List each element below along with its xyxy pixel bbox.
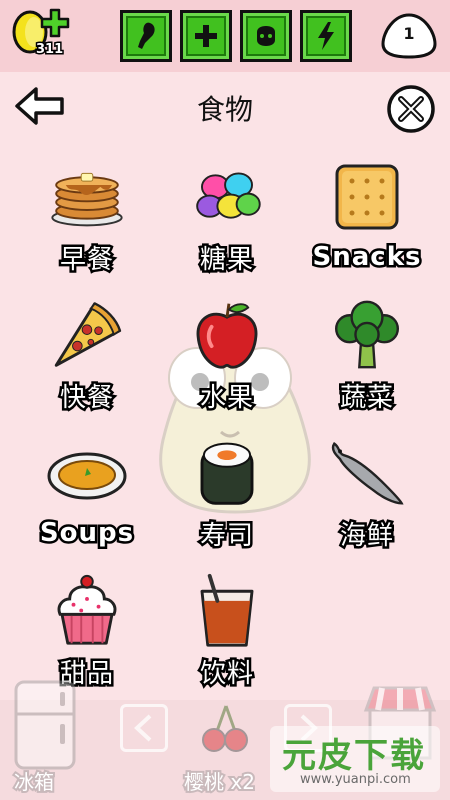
fridge-label: 冰箱: [12, 768, 56, 796]
cherry-icon: [202, 705, 248, 752]
broccoli-icon: [334, 300, 400, 369]
fridge-icon[interactable]: [10, 678, 80, 773]
selected-item-label: 樱桃 x2: [182, 768, 257, 796]
watermark-title: 元皮下载: [282, 736, 426, 776]
category-dessert[interactable]: 甜品: [17, 572, 157, 692]
health-stat[interactable]: [180, 10, 232, 62]
category-label: Soups: [37, 516, 135, 551]
sushi-icon: [200, 442, 254, 505]
category-vegetables[interactable]: 蔬菜: [297, 296, 437, 416]
food-category-grid: 早餐 糖果 Snacks 快餐 水果 蔬菜 Soups 寿司 海鲜 甜品 饮料: [17, 158, 433, 692]
category-label: 寿司: [197, 519, 255, 554]
category-label: 海鲜: [337, 519, 395, 554]
lightning-icon: [318, 22, 334, 50]
cracker-icon: [335, 164, 399, 230]
previous-item-button[interactable]: [120, 704, 168, 752]
level-number: 1: [403, 24, 415, 43]
plus-icon: [195, 25, 217, 47]
category-label: Snacks: [310, 240, 423, 275]
food-stat[interactable]: [120, 10, 172, 62]
category-fast-food[interactable]: 快餐: [17, 296, 157, 416]
add-coins-button[interactable]: [40, 8, 70, 38]
candy-icon: [196, 172, 261, 219]
pizza-icon: [54, 302, 122, 367]
hygiene-stat[interactable]: [240, 10, 292, 62]
category-sushi[interactable]: 寿司: [157, 434, 297, 554]
drumstick-icon: [138, 22, 155, 49]
category-drinks[interactable]: 饮料: [157, 572, 297, 692]
chevron-left-icon: [134, 714, 152, 742]
pancakes-icon: [51, 172, 123, 227]
category-label: 水果: [197, 381, 255, 416]
drink-icon: [200, 573, 254, 647]
category-snacks[interactable]: Snacks: [297, 158, 437, 276]
category-soups[interactable]: Soups: [17, 434, 157, 552]
apple-icon: [196, 303, 258, 369]
category-candy[interactable]: 糖果: [157, 158, 297, 278]
soup-icon: [47, 452, 127, 500]
category-label: 快餐: [57, 381, 115, 416]
page-title: 食物: [196, 93, 253, 126]
soap-icon: [257, 26, 275, 46]
category-seafood[interactable]: 海鲜: [297, 434, 437, 554]
category-label: 早餐: [57, 243, 115, 278]
energy-stat[interactable]: [300, 10, 352, 62]
close-button[interactable]: [386, 84, 436, 134]
category-breakfast[interactable]: 早餐: [17, 158, 157, 278]
fish-icon: [331, 441, 404, 505]
category-fruit[interactable]: 水果: [157, 296, 297, 416]
watermark-url: www.yuanpi.com: [300, 772, 411, 787]
cupcake-icon: [57, 574, 117, 645]
stats-bar: [120, 10, 352, 62]
category-label: 饮料: [197, 657, 255, 692]
coin-count: 311: [34, 41, 64, 59]
category-label: 蔬菜: [337, 381, 395, 416]
category-label: 糖果: [197, 243, 255, 278]
